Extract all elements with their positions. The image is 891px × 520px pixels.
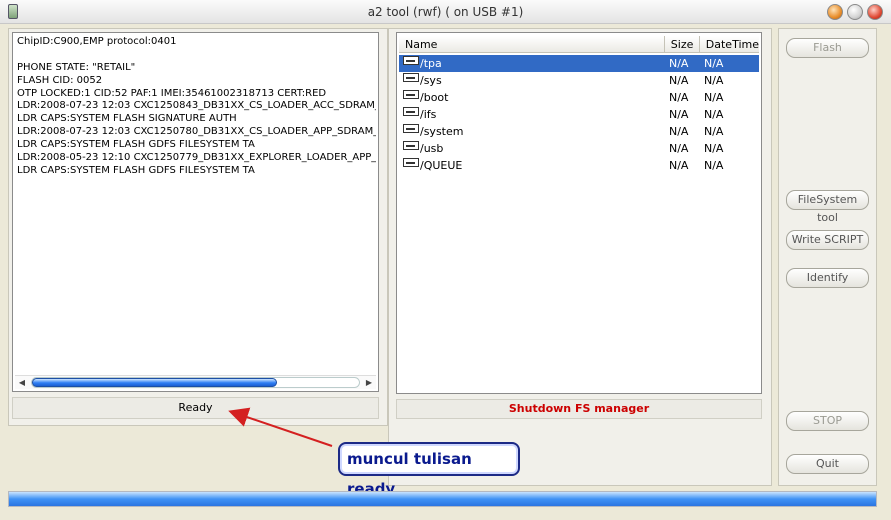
annotation-callout: muncul tulisan ready — [338, 442, 520, 498]
progress-bar — [8, 491, 877, 507]
